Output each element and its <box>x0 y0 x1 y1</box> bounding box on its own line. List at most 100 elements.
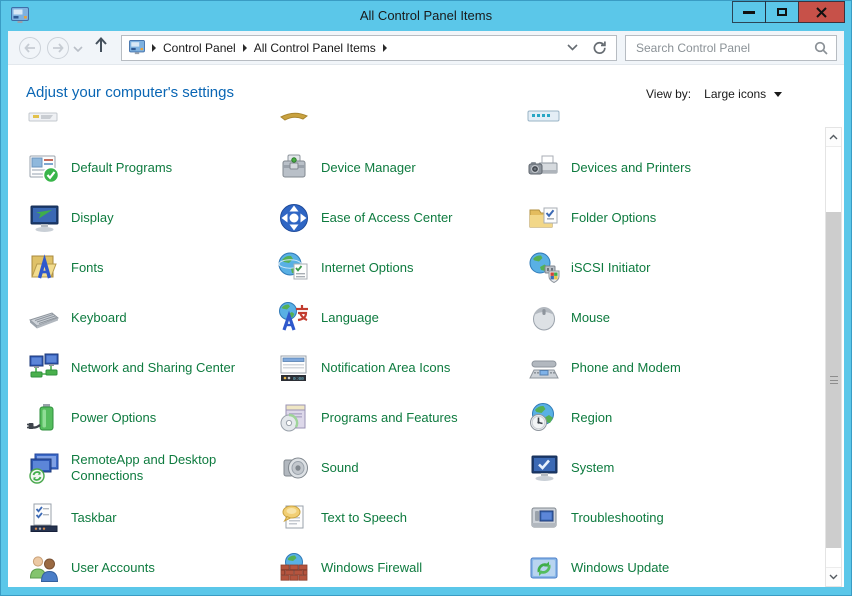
control-panel-item-mouse[interactable]: Mouse <box>527 293 759 343</box>
control-panel-item-internet-options[interactable]: Internet Options <box>277 243 509 293</box>
navigation-bar: Control Panel All Control Panel Items <box>8 31 844 65</box>
item-label: Language <box>321 310 379 326</box>
language-icon <box>277 301 311 335</box>
close-button[interactable] <box>798 1 845 23</box>
internet-options-icon <box>277 251 311 285</box>
network-and-sharing-center-icon <box>27 351 61 385</box>
control-panel-item-iscsi-initiator[interactable]: iSCSI Initiator <box>527 243 759 293</box>
user-accounts-icon <box>27 551 61 585</box>
window-controls <box>733 1 845 23</box>
forward-button[interactable] <box>47 37 69 59</box>
control-panel-item-default-programs[interactable]: Default Programs <box>27 143 259 193</box>
refresh-icon <box>592 40 607 55</box>
folder-options-icon <box>527 201 561 235</box>
item-label: Programs and Features <box>321 410 458 426</box>
scrollbar-thumb[interactable] <box>826 212 841 548</box>
item-label: Windows Firewall <box>321 560 422 576</box>
keyboard-icon <box>27 301 61 335</box>
item-label: Devices and Printers <box>571 160 691 176</box>
chevron-up-icon <box>829 134 838 140</box>
control-panel-item-ease-of-access-center[interactable]: Ease of Access Center <box>277 193 509 243</box>
control-panel-item-remoteapp-and-desktop-connections[interactable]: RemoteApp and Desktop Connections <box>27 443 259 493</box>
control-panel-item-device-manager[interactable]: Device Manager <box>277 143 509 193</box>
control-panel-item-fonts[interactable]: Fonts <box>27 243 259 293</box>
item-label: iSCSI Initiator <box>571 260 650 276</box>
item-label: Keyboard <box>71 310 127 326</box>
control-panel-item-language[interactable]: Language <box>277 293 509 343</box>
item-label: Taskbar <box>71 510 117 526</box>
back-button[interactable] <box>19 37 41 59</box>
address-dropdown-button[interactable] <box>567 44 578 51</box>
breadcrumb-arrow-icon[interactable] <box>383 44 387 52</box>
control-panel-item-folder-options[interactable]: Folder Options <box>527 193 759 243</box>
up-button[interactable] <box>93 36 109 59</box>
remoteapp-and-desktop-connections-icon <box>27 451 61 485</box>
item-label: System <box>571 460 614 476</box>
control-panel-item-sound[interactable]: Sound <box>277 443 509 493</box>
scroll-up-button[interactable] <box>826 128 841 147</box>
control-panel-item-programs-and-features[interactable]: Programs and Features <box>277 393 509 443</box>
control-panel-item-user-accounts[interactable]: User Accounts <box>27 543 259 587</box>
breadcrumb-all-items[interactable]: All Control Panel Items <box>254 41 376 55</box>
control-panel-item-taskbar[interactable]: Taskbar <box>27 493 259 543</box>
chevron-down-icon <box>829 574 838 580</box>
control-panel-item-notification-area-icons[interactable]: 0:00Notification Area Icons <box>277 343 509 393</box>
vertical-scrollbar[interactable] <box>825 127 842 587</box>
item-label: Default Programs <box>71 160 172 176</box>
breadcrumb-control-panel[interactable]: Control Panel <box>163 41 236 55</box>
minimize-icon <box>743 11 755 14</box>
phone-and-modem-icon <box>527 351 561 385</box>
scroll-down-button[interactable] <box>826 567 841 586</box>
address-dropdown-chevron-icon <box>567 44 578 51</box>
sound-icon <box>277 451 311 485</box>
control-panel-item-devices-and-printers[interactable]: Devices and Printers <box>527 143 759 193</box>
power-options-icon <box>27 401 61 435</box>
control-panel-icon <box>129 40 145 55</box>
address-bar[interactable]: Control Panel All Control Panel Items <box>121 35 617 61</box>
display-icon <box>27 201 61 235</box>
search-input[interactable] <box>634 40 814 56</box>
control-panel-item-windows-update[interactable]: Windows Update <box>527 543 759 587</box>
content-area: Adjust your computer's settings View by:… <box>8 65 844 587</box>
search-box[interactable] <box>625 35 837 61</box>
control-panel-item-windows-firewall[interactable]: Windows Firewall <box>277 543 509 587</box>
search-icon[interactable] <box>814 41 828 55</box>
control-panel-item-text-to-speech[interactable]: Text to Speech <box>277 493 509 543</box>
programs-and-features-icon <box>277 401 311 435</box>
control-panel-item-region[interactable]: Region <box>527 393 759 443</box>
control-panel-item-troubleshooting[interactable]: Troubleshooting <box>527 493 759 543</box>
control-panel-item-network-and-sharing-center[interactable]: Network and Sharing Center <box>27 343 259 393</box>
svg-text:0:00: 0:00 <box>293 376 304 382</box>
control-panel-window: All Control Panel Items Control P <box>0 0 852 596</box>
control-panel-item-power-options[interactable]: Power Options <box>27 393 259 443</box>
recent-pages-button[interactable] <box>73 39 83 57</box>
control-panel-item-phone-and-modem[interactable]: Phone and Modem <box>527 343 759 393</box>
minimize-button[interactable] <box>732 1 766 23</box>
item-label: Text to Speech <box>321 510 407 526</box>
breadcrumb-arrow-icon[interactable] <box>152 44 156 52</box>
item-label: Phone and Modem <box>571 360 681 376</box>
forward-icon <box>52 43 64 53</box>
item-label: User Accounts <box>71 560 155 576</box>
text-to-speech-icon <box>277 501 311 535</box>
breadcrumb-arrow-icon[interactable] <box>243 44 247 52</box>
troubleshooting-icon <box>527 501 561 535</box>
partial-item-1-icon[interactable] <box>27 109 61 125</box>
mouse-icon <box>527 301 561 335</box>
partial-item-3-icon[interactable] <box>527 109 561 125</box>
control-panel-item-display[interactable]: Display <box>27 193 259 243</box>
device-manager-icon <box>277 151 311 185</box>
devices-and-printers-icon <box>527 151 561 185</box>
system-icon <box>527 451 561 485</box>
titlebar: All Control Panel Items <box>1 1 851 31</box>
maximize-button[interactable] <box>765 1 799 23</box>
item-label: Troubleshooting <box>571 510 664 526</box>
notification-area-icons-icon: 0:00 <box>277 351 311 385</box>
partial-item-2-icon[interactable] <box>277 109 311 125</box>
item-label: Windows Update <box>571 560 669 576</box>
control-panel-item-system[interactable]: System <box>527 443 759 493</box>
windows-update-icon <box>527 551 561 585</box>
refresh-button[interactable] <box>592 40 607 55</box>
control-panel-item-keyboard[interactable]: Keyboard <box>27 293 259 343</box>
close-icon <box>816 7 827 18</box>
